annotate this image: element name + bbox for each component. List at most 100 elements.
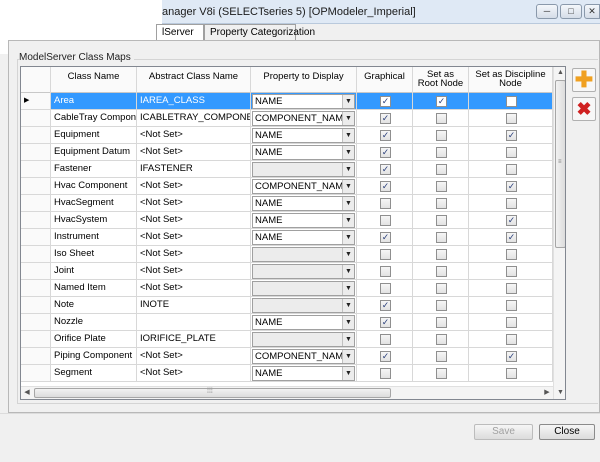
scroll-up-arrow-icon[interactable]: ▲ (554, 67, 565, 79)
class-name-cell[interactable]: Iso Sheet (51, 246, 137, 263)
root-checkbox[interactable] (436, 351, 447, 362)
table-row[interactable]: Piping Component <Not Set> COMPONENT_NAME ▼… (21, 348, 553, 365)
abstract-class-cell[interactable]: ICABLETRAY_COMPONENT (137, 110, 251, 127)
graphical-checkbox[interactable] (380, 198, 391, 209)
property-dropdown[interactable]: ▼ (252, 281, 355, 296)
scroll-right-arrow-icon[interactable]: ▶ (541, 387, 553, 399)
close-button[interactable]: Close (539, 424, 595, 440)
class-name-cell[interactable]: Area (51, 93, 137, 110)
abstract-class-cell[interactable]: <Not Set> (137, 280, 251, 297)
table-row[interactable]: Nozzle NAME ▼ ✓ (21, 314, 553, 331)
horizontal-scrollbar[interactable]: ◀ ⁞⁞⁞ ▶ (21, 386, 553, 399)
table-row[interactable]: Fastener IFASTENER ▼ ✓ (21, 161, 553, 178)
property-dropdown[interactable]: COMPONENT_NAME ▼ (252, 349, 355, 364)
class-name-cell[interactable]: Instrument (51, 229, 137, 246)
graphical-checkbox[interactable]: ✓ (380, 181, 391, 192)
chevron-down-icon[interactable]: ▼ (342, 333, 354, 346)
row-header[interactable] (21, 280, 51, 297)
property-dropdown[interactable]: ▼ (252, 162, 355, 177)
minimize-button[interactable]: ─ (536, 4, 558, 19)
class-name-cell[interactable]: HvacSegment (51, 195, 137, 212)
class-name-cell[interactable]: Piping Component (51, 348, 137, 365)
root-checkbox[interactable] (436, 232, 447, 243)
table-row[interactable]: HvacSegment <Not Set> NAME ▼ (21, 195, 553, 212)
abstract-class-cell[interactable]: <Not Set> (137, 365, 251, 382)
chevron-down-icon[interactable]: ▼ (342, 197, 354, 210)
property-dropdown[interactable]: COMPONENT_NAME ▼ (252, 111, 355, 126)
row-header[interactable] (21, 348, 51, 365)
property-dropdown[interactable]: NAME ▼ (252, 213, 355, 228)
table-row[interactable]: Orifice Plate IORIFICE_PLATE ▼ (21, 331, 553, 348)
root-checkbox[interactable] (436, 266, 447, 277)
chevron-down-icon[interactable]: ▼ (342, 95, 354, 108)
graphical-checkbox[interactable]: ✓ (380, 232, 391, 243)
discipline-checkbox[interactable] (506, 164, 517, 175)
discipline-checkbox[interactable]: ✓ (506, 351, 517, 362)
root-checkbox[interactable] (436, 249, 447, 260)
property-dropdown[interactable]: NAME ▼ (252, 128, 355, 143)
property-dropdown[interactable]: ▼ (252, 332, 355, 347)
chevron-down-icon[interactable]: ▼ (342, 146, 354, 159)
row-header[interactable] (21, 314, 51, 331)
abstract-class-cell[interactable]: <Not Set> (137, 195, 251, 212)
discipline-checkbox[interactable] (506, 96, 517, 107)
chevron-down-icon[interactable]: ▼ (342, 231, 354, 244)
discipline-checkbox[interactable] (506, 198, 517, 209)
property-dropdown[interactable]: NAME ▼ (252, 196, 355, 211)
root-checkbox[interactable] (436, 181, 447, 192)
discipline-checkbox[interactable]: ✓ (506, 130, 517, 141)
root-checkbox[interactable] (436, 283, 447, 294)
chevron-down-icon[interactable]: ▼ (342, 367, 354, 380)
discipline-checkbox[interactable] (506, 368, 517, 379)
abstract-class-cell[interactable]: <Not Set> (137, 348, 251, 365)
table-row[interactable]: CableTray ComponentICABLETRAY_COMPONENTC… (21, 110, 553, 127)
table-row[interactable]: Note INOTE ▼ ✓ (21, 297, 553, 314)
column-header-graphical[interactable]: Graphical (357, 67, 413, 93)
graphical-checkbox[interactable]: ✓ (380, 351, 391, 362)
root-checkbox[interactable] (436, 215, 447, 226)
abstract-class-cell[interactable] (137, 314, 251, 331)
graphical-checkbox[interactable]: ✓ (380, 113, 391, 124)
root-checkbox[interactable]: ✓ (436, 96, 447, 107)
row-header[interactable] (21, 195, 51, 212)
discipline-checkbox[interactable] (506, 249, 517, 260)
abstract-class-cell[interactable]: <Not Set> (137, 212, 251, 229)
property-dropdown[interactable]: NAME ▼ (252, 315, 355, 330)
row-header[interactable] (21, 110, 51, 127)
discipline-checkbox[interactable] (506, 300, 517, 311)
graphical-checkbox[interactable] (380, 368, 391, 379)
graphical-checkbox[interactable]: ✓ (380, 130, 391, 141)
table-row[interactable]: Equipment Datum <Not Set> NAME ▼ ✓ (21, 144, 553, 161)
table-row[interactable]: HvacSystem <Not Set> NAME ▼ ✓ (21, 212, 553, 229)
row-header[interactable] (21, 229, 51, 246)
abstract-class-cell[interactable]: <Not Set> (137, 178, 251, 195)
table-row[interactable]: Iso Sheet <Not Set> ▼ (21, 246, 553, 263)
class-name-cell[interactable]: Equipment (51, 127, 137, 144)
table-row[interactable]: Instrument <Not Set> NAME ▼ ✓ ✓ (21, 229, 553, 246)
class-name-cell[interactable]: Note (51, 297, 137, 314)
graphical-checkbox[interactable] (380, 283, 391, 294)
abstract-class-cell[interactable]: <Not Set> (137, 263, 251, 280)
discipline-checkbox[interactable] (506, 334, 517, 345)
graphical-checkbox[interactable]: ✓ (380, 300, 391, 311)
abstract-class-cell[interactable]: <Not Set> (137, 246, 251, 263)
column-header-class-name[interactable]: Class Name (51, 67, 137, 93)
row-header[interactable] (21, 178, 51, 195)
vertical-scroll-thumb[interactable]: ≡ (555, 80, 565, 248)
abstract-class-cell[interactable]: IFASTENER (137, 161, 251, 178)
abstract-class-cell[interactable]: IAREA_CLASS (137, 93, 251, 110)
abstract-class-cell[interactable]: <Not Set> (137, 144, 251, 161)
vertical-scrollbar[interactable]: ▲ ≡ ▼ (553, 67, 565, 399)
table-row[interactable]: Named Item <Not Set> ▼ (21, 280, 553, 297)
graphical-checkbox[interactable] (380, 215, 391, 226)
class-name-cell[interactable]: Joint (51, 263, 137, 280)
row-header[interactable] (21, 161, 51, 178)
column-header-discipline-node[interactable]: Set as Discipline Node (469, 67, 553, 93)
tab-modelserver[interactable]: lServer (156, 24, 204, 40)
root-checkbox[interactable] (436, 300, 447, 311)
discipline-checkbox[interactable]: ✓ (506, 181, 517, 192)
chevron-down-icon[interactable]: ▼ (342, 214, 354, 227)
table-row[interactable]: Hvac Component <Not Set> COMPONENT_NAME ▼ ✓ ✓ (21, 178, 553, 195)
property-dropdown[interactable]: ▼ (252, 298, 355, 313)
property-dropdown[interactable]: NAME ▼ (252, 94, 355, 109)
